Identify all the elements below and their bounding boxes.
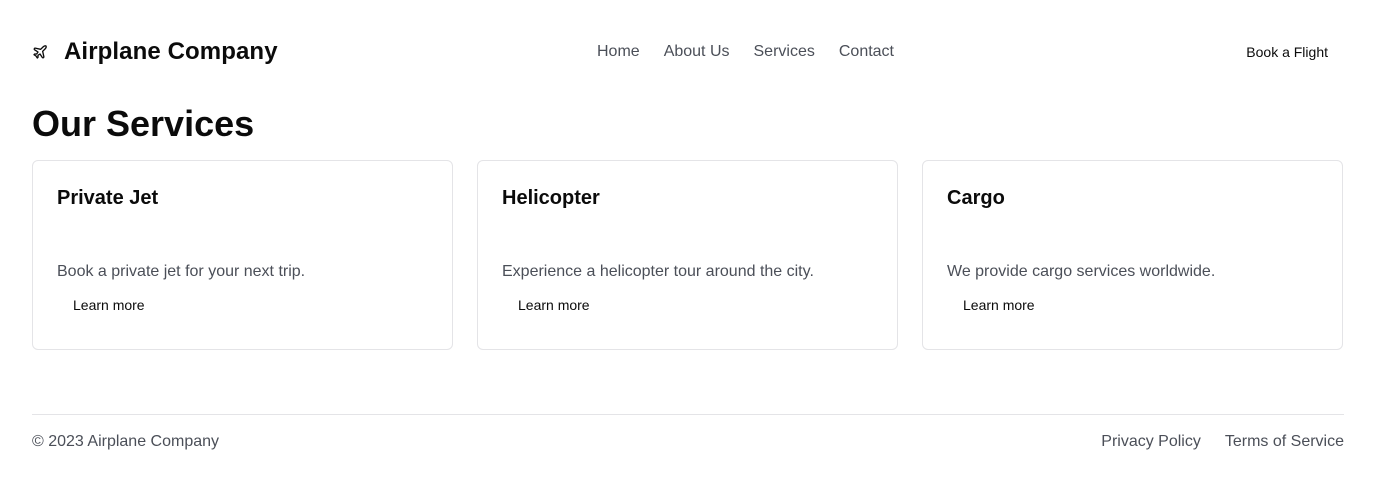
copyright-text: © 2023 Airplane Company [32,433,220,450]
footer-divider [32,414,1344,415]
brand-link[interactable]: Airplane Company [32,30,278,74]
service-card-cargo: Cargo We provide cargo services worldwid… [922,160,1343,350]
services-grid: Private Jet Book a private jet for your … [32,160,1344,350]
site-header: Airplane Company Home About Us Services … [32,30,1344,74]
footer-nav: Privacy Policy Terms of Service [1077,433,1344,451]
card-description: Experience a helicopter tour around the … [502,263,814,280]
page: Airplane Company Home About Us Services … [0,0,1376,503]
airplane-icon [32,44,48,60]
terms-of-service-link[interactable]: Terms of Service [1225,433,1344,451]
learn-more-link[interactable]: Learn more [57,289,161,321]
nav-link-contact[interactable]: Contact [839,43,894,61]
nav-link-about[interactable]: About Us [664,43,730,61]
nav-link-home[interactable]: Home [597,43,640,61]
card-title: Helicopter [502,187,600,209]
learn-more-link[interactable]: Learn more [502,289,606,321]
main-nav: Home About Us Services Contact [597,30,894,74]
brand-name: Airplane Company [64,38,278,65]
card-title: Cargo [947,187,1005,209]
card-description: We provide cargo services worldwide. [947,263,1216,280]
service-card-private-jet: Private Jet Book a private jet for your … [32,160,453,350]
privacy-policy-link[interactable]: Privacy Policy [1101,433,1201,451]
card-description: Book a private jet for your next trip. [57,263,306,280]
page-title: Our Services [32,103,255,144]
nav-link-services[interactable]: Services [754,43,815,61]
learn-more-link[interactable]: Learn more [947,289,1051,321]
book-flight-button[interactable]: Book a Flight [1230,34,1344,70]
service-card-helicopter: Helicopter Experience a helicopter tour … [477,160,898,350]
card-title: Private Jet [57,187,159,209]
